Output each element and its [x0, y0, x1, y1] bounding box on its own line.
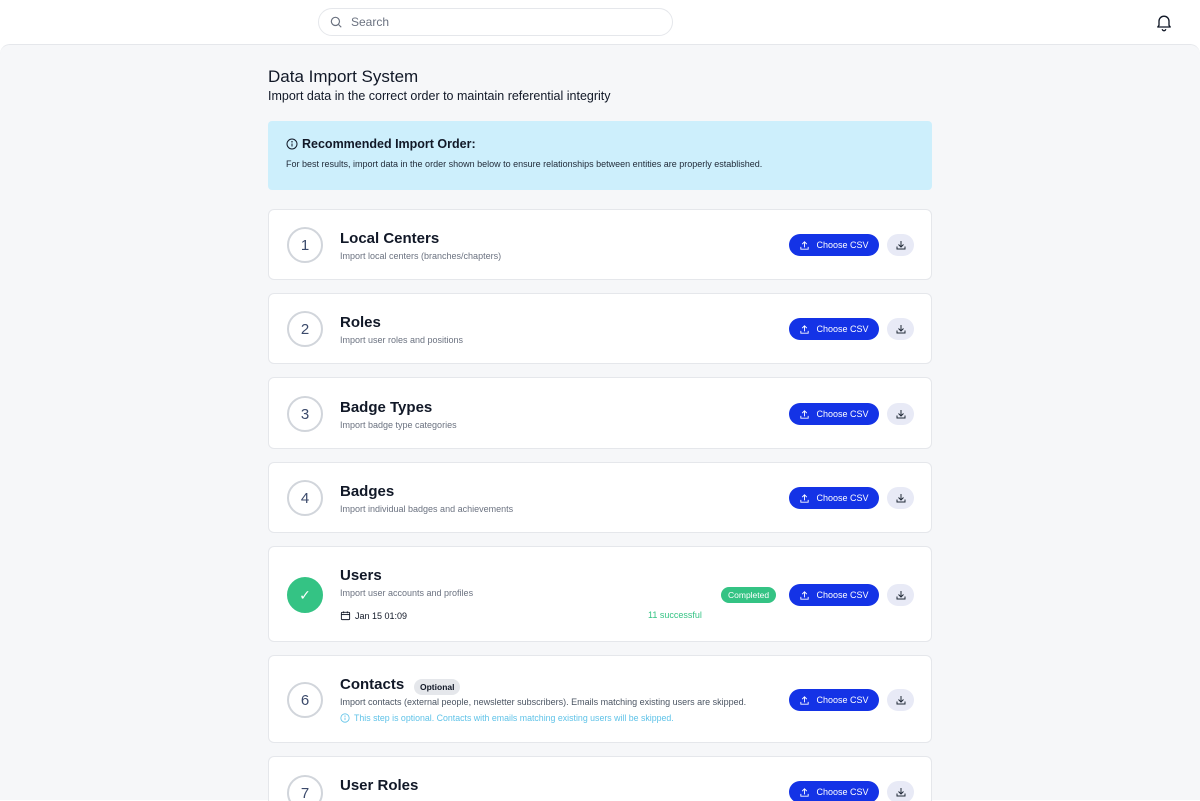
step-number: 4 — [287, 480, 323, 516]
choose-csv-label: Choose CSV — [816, 409, 869, 419]
step-title: Badges — [340, 483, 395, 500]
download-icon — [896, 591, 905, 600]
status-badge: Completed — [721, 587, 777, 603]
upload-icon — [800, 324, 810, 334]
download-template-button[interactable] — [887, 318, 914, 340]
import-date: Jan 15 01:09 — [340, 610, 407, 621]
step-description: Import badge type categories — [340, 420, 457, 430]
import-step-card: 4 Badges Import individual badges and ac… — [268, 462, 932, 533]
import-date-text: Jan 15 01:09 — [355, 610, 408, 621]
step-title: Roles — [340, 314, 381, 331]
choose-csv-button[interactable]: Choose CSV — [789, 403, 879, 425]
step-number: 1 — [287, 227, 323, 263]
choose-csv-label: Choose CSV — [816, 493, 869, 503]
import-step-card: 7 User Roles Choose CSV — [268, 756, 932, 801]
choose-csv-label: Choose CSV — [816, 695, 869, 705]
page-subtitle: Import data in the correct order to main… — [268, 89, 611, 103]
step-complete-check: ✓ — [287, 577, 323, 613]
download-icon — [896, 241, 905, 250]
choose-csv-label: Choose CSV — [816, 787, 869, 797]
step-number: 6 — [287, 682, 323, 718]
download-template-button[interactable] — [887, 403, 914, 425]
choose-csv-label: Choose CSV — [816, 590, 869, 600]
optional-badge: Optional — [414, 679, 461, 695]
main-content: Data Import System Import data in the co… — [0, 44, 1200, 801]
info-icon — [340, 713, 350, 723]
choose-csv-button[interactable]: Choose CSV — [789, 781, 879, 801]
search-icon — [330, 16, 342, 28]
download-template-button[interactable] — [887, 781, 914, 801]
info-title: Recommended Import Order: — [302, 137, 476, 151]
step-title: Users — [340, 567, 382, 584]
info-icon — [286, 138, 298, 150]
upload-icon — [800, 590, 810, 600]
choose-csv-button[interactable]: Choose CSV — [789, 584, 879, 606]
download-template-button[interactable] — [887, 487, 914, 509]
step-title: User Roles — [340, 777, 419, 794]
search-input[interactable] — [351, 15, 651, 29]
import-step-card: 1 Local Centers Import local centers (br… — [268, 209, 932, 280]
top-bar — [0, 0, 1200, 44]
step-description: Import user accounts and profiles — [340, 588, 474, 598]
step-title: Local Centers — [340, 230, 440, 247]
page-title: Data Import System — [268, 67, 419, 86]
step-description: Import user roles and positions — [340, 335, 464, 345]
import-step-card: 6 Contacts Optional Import contacts (ext… — [268, 655, 932, 743]
step-title: Badge Types — [340, 399, 433, 416]
search-bar[interactable] — [318, 8, 673, 36]
step-number: 7 — [287, 775, 323, 801]
import-step-card: 3 Badge Types Import badge type categori… — [268, 377, 932, 449]
choose-csv-label: Choose CSV — [816, 240, 869, 250]
download-icon — [896, 788, 905, 797]
download-icon — [896, 696, 905, 705]
choose-csv-button[interactable]: Choose CSV — [789, 234, 879, 256]
upload-icon — [800, 695, 810, 705]
download-template-button[interactable] — [887, 584, 914, 606]
download-icon — [896, 410, 905, 419]
step-title: Contacts — [340, 676, 405, 693]
upload-icon — [800, 409, 810, 419]
choose-csv-label: Choose CSV — [816, 324, 869, 334]
import-step-card: 2 Roles Import user roles and positions … — [268, 293, 932, 364]
upload-icon — [800, 787, 810, 797]
step-description: Import contacts (external people, newsle… — [340, 697, 747, 707]
import-step-card: ✓ Users Import user accounts and profile… — [268, 546, 932, 642]
import-result: 11 successful — [648, 610, 702, 620]
info-text: For best results, import data in the ord… — [286, 159, 763, 169]
choose-csv-button[interactable]: Choose CSV — [789, 318, 879, 340]
calendar-icon — [340, 611, 351, 621]
upload-icon — [800, 493, 810, 503]
download-icon — [896, 325, 905, 334]
step-description: Import local centers (branches/chapters) — [340, 251, 502, 261]
upload-icon — [800, 240, 810, 250]
download-template-button[interactable] — [887, 689, 914, 711]
optional-note: This step is optional. Contacts with ema… — [340, 713, 674, 723]
bell-icon[interactable] — [1154, 12, 1174, 32]
step-number: 3 — [287, 396, 323, 432]
download-template-button[interactable] — [887, 234, 914, 256]
step-description: Import individual badges and achievement… — [340, 504, 514, 514]
choose-csv-button[interactable]: Choose CSV — [789, 689, 879, 711]
download-icon — [896, 494, 905, 503]
choose-csv-button[interactable]: Choose CSV — [789, 487, 879, 509]
info-box: Recommended Import Order: For best resul… — [268, 121, 932, 190]
step-number: 2 — [287, 311, 323, 347]
optional-note-text: This step is optional. Contacts with ema… — [354, 713, 674, 723]
